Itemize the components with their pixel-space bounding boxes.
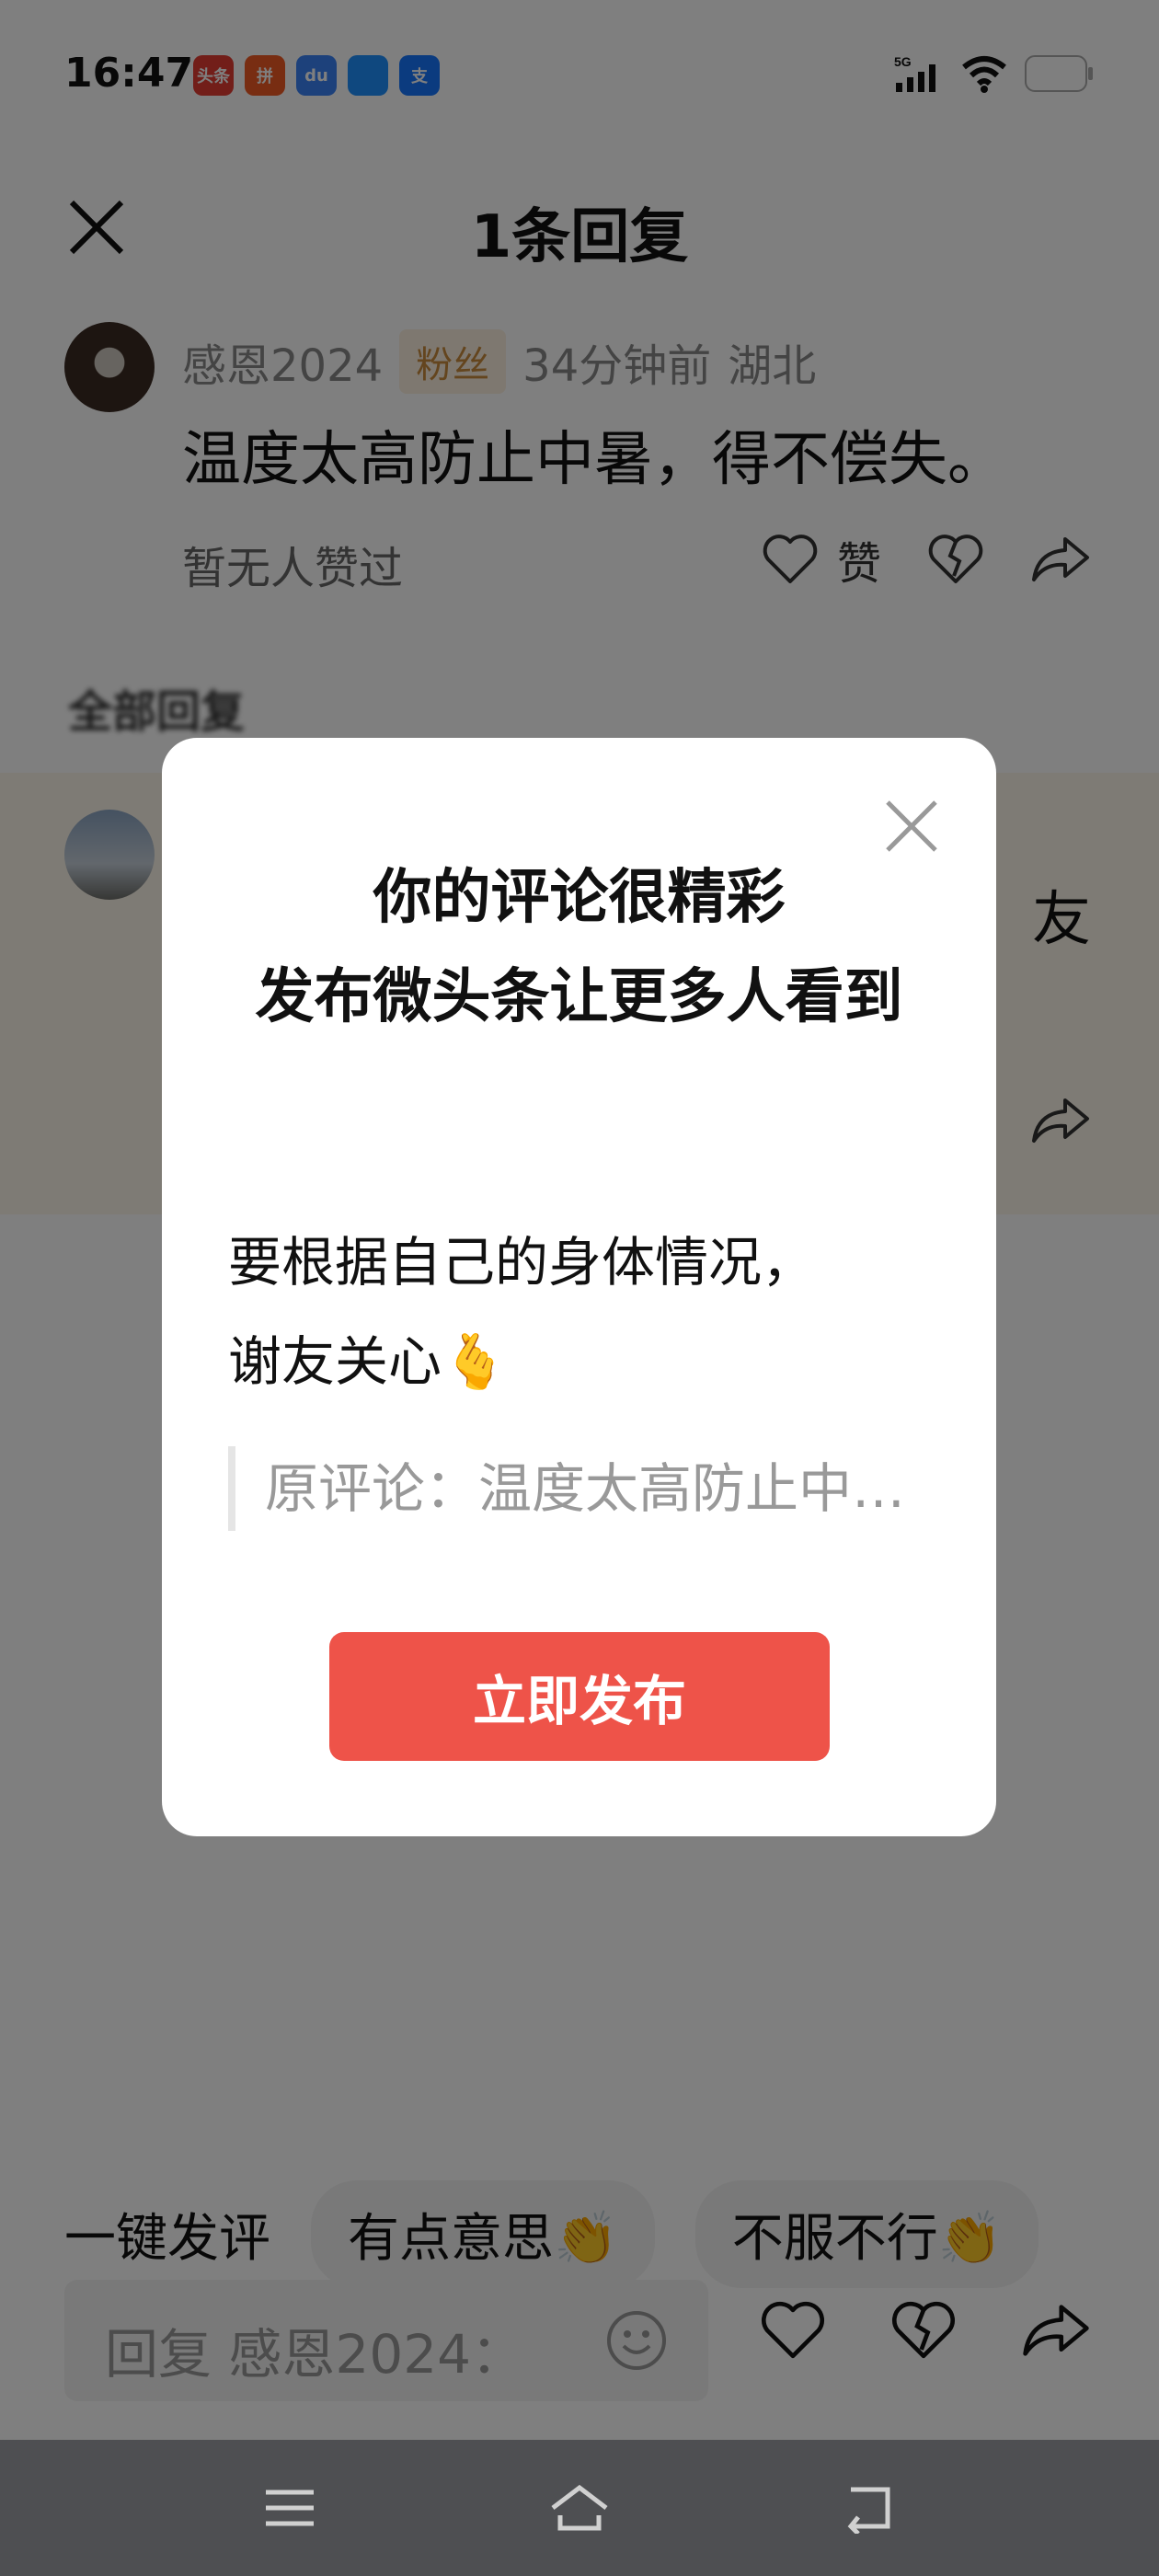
menu-icon[interactable] (262, 2485, 317, 2531)
dialog-body-line1: 要根据自己的身体情况， (228, 1231, 816, 1294)
home-icon[interactable] (547, 2482, 612, 2534)
dialog-title: 你的评论很精彩 发布微头条让更多人看到 (199, 848, 959, 1047)
dialog-body-line2: 谢友关心🫰 (228, 1330, 509, 1393)
dialog-body: 要根据自己的身体情况， 谢友关心🫰 (228, 1213, 941, 1411)
back-icon[interactable] (842, 2482, 897, 2534)
publish-dialog: 你的评论很精彩 发布微头条让更多人看到 要根据自己的身体情况， 谢友关心🫰 原评… (162, 738, 996, 1836)
publish-button[interactable]: 立即发布 (329, 1632, 830, 1761)
dialog-title-line2: 发布微头条让更多人看到 (255, 963, 903, 1031)
dialog-title-line1: 你的评论很精彩 (373, 864, 786, 932)
system-nav-bar (0, 2440, 1159, 2576)
close-icon[interactable] (882, 797, 941, 856)
original-comment-quote: 原评论：温度太高防止中暑，得不偿失。 (228, 1446, 941, 1531)
